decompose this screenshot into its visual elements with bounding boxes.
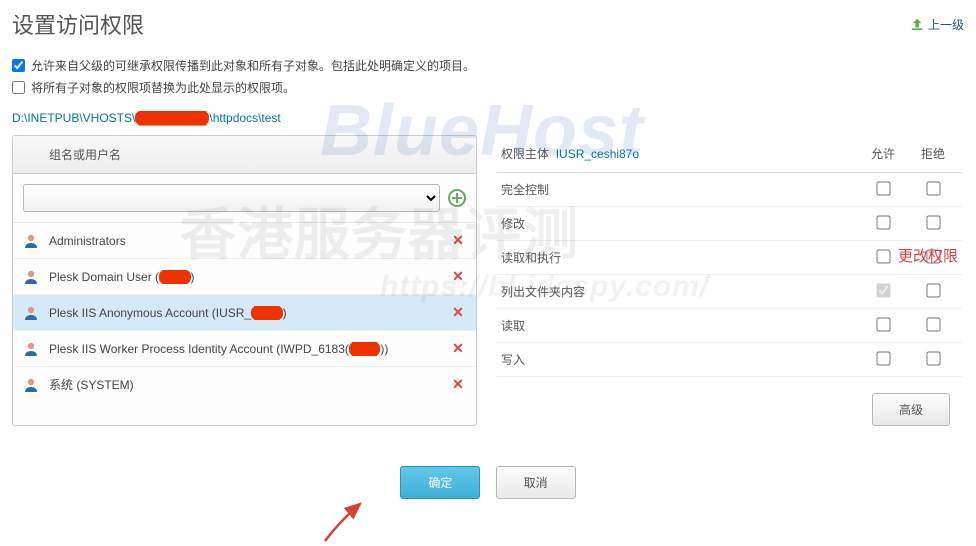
inherit-checkbox[interactable] xyxy=(12,59,25,72)
user-row[interactable]: 系统 (SYSTEM) ✕ xyxy=(13,367,476,402)
user-row[interactable]: Plesk IIS Anonymous Account (IUSR_███) ✕ xyxy=(13,295,476,331)
path-suffix: \httpdocs\test xyxy=(209,111,280,125)
permission-row: 读取和执行 xyxy=(497,241,962,275)
permission-row: 列出文件夹内容 xyxy=(497,275,962,309)
permission-label: 写入 xyxy=(501,351,858,368)
inherit-label: 允许来自父级的可继承权限传播到此对象和所有子对象。包括此处明确定义的项目。 xyxy=(31,57,475,74)
user-row[interactable]: Administrators ✕ xyxy=(13,223,476,259)
permissions-panel: 权限主体 IUSR_ceshi87o 允许 拒绝 完全控制修改读取和执行列出文件… xyxy=(495,135,964,426)
permission-label: 读取和执行 xyxy=(501,249,858,266)
deny-checkbox[interactable] xyxy=(926,181,940,195)
permission-label: 修改 xyxy=(501,215,858,232)
deny-header: 拒绝 xyxy=(908,145,958,162)
remove-user-icon[interactable]: ✕ xyxy=(450,304,466,321)
deny-checkbox[interactable] xyxy=(926,283,940,297)
user-icon xyxy=(23,233,39,249)
permission-row: 完全控制 xyxy=(497,173,962,207)
permission-label: 完全控制 xyxy=(501,181,858,198)
allow-checkbox[interactable] xyxy=(876,181,890,195)
path-redacted: ████████ xyxy=(135,111,209,125)
annotation-arrow-icon xyxy=(320,496,380,546)
allow-checkbox[interactable] xyxy=(876,215,890,229)
deny-checkbox[interactable] xyxy=(926,215,940,229)
users-header: 组名或用户名 xyxy=(13,136,476,174)
up-one-level-link[interactable]: 上一级 xyxy=(911,16,964,33)
users-panel: 组名或用户名 Administrators✕Plesk Domain User … xyxy=(12,135,477,426)
permission-row: 读取 xyxy=(497,309,962,343)
allow-checkbox[interactable] xyxy=(876,283,890,297)
allow-header: 允许 xyxy=(858,145,908,162)
folder-path: D:\INETPUB\VHOSTS\████████\httpdocs\test xyxy=(12,111,281,125)
remove-user-icon[interactable]: ✕ xyxy=(450,376,466,393)
subject-label: 权限主体 xyxy=(501,147,549,161)
user-icon xyxy=(23,269,39,285)
remove-user-icon[interactable]: ✕ xyxy=(450,340,466,357)
path-prefix: D:\INETPUB\VHOSTS\ xyxy=(12,111,135,125)
remove-user-icon[interactable]: ✕ xyxy=(450,232,466,249)
user-name: Plesk IIS Anonymous Account (IUSR_███) xyxy=(49,306,440,320)
user-name: Plesk IIS Worker Process Identity Accoun… xyxy=(49,342,440,356)
page-title: 设置访问权限 xyxy=(12,8,144,40)
user-row[interactable]: Plesk IIS Worker Process Identity Accoun… xyxy=(13,331,476,367)
subject-value[interactable]: IUSR_ceshi87o xyxy=(556,147,639,161)
replace-checkbox[interactable] xyxy=(12,81,25,94)
ok-button[interactable]: 确定 xyxy=(400,466,480,499)
permission-row: 修改 xyxy=(497,207,962,241)
user-name: Administrators xyxy=(49,234,440,248)
user-icon xyxy=(23,305,39,321)
user-select[interactable] xyxy=(23,184,440,212)
allow-checkbox[interactable] xyxy=(876,249,890,263)
up-link-label: 上一级 xyxy=(928,16,964,33)
cancel-button[interactable]: 取消 xyxy=(496,466,576,499)
advanced-button[interactable]: 高级 xyxy=(872,393,950,426)
user-icon xyxy=(23,341,39,357)
permission-label: 读取 xyxy=(501,317,858,334)
allow-checkbox[interactable] xyxy=(876,351,890,365)
permission-label: 列出文件夹内容 xyxy=(501,283,858,300)
folder-up-icon xyxy=(911,17,925,31)
add-user-icon[interactable] xyxy=(448,189,466,207)
permission-row: 写入 xyxy=(497,343,962,377)
deny-checkbox[interactable] xyxy=(926,317,940,331)
user-name: Plesk Domain User (███) xyxy=(49,270,440,284)
deny-checkbox[interactable] xyxy=(926,351,940,365)
remove-user-icon[interactable]: ✕ xyxy=(450,268,466,285)
replace-label: 将所有子对象的权限项替换为此处显示的权限项。 xyxy=(31,79,295,96)
allow-checkbox[interactable] xyxy=(876,317,890,331)
change-permission-note: 更改权限 xyxy=(898,245,958,266)
user-row[interactable]: Plesk Domain User (███) ✕ xyxy=(13,259,476,295)
user-name: 系统 (SYSTEM) xyxy=(49,376,440,393)
user-icon xyxy=(23,377,39,393)
